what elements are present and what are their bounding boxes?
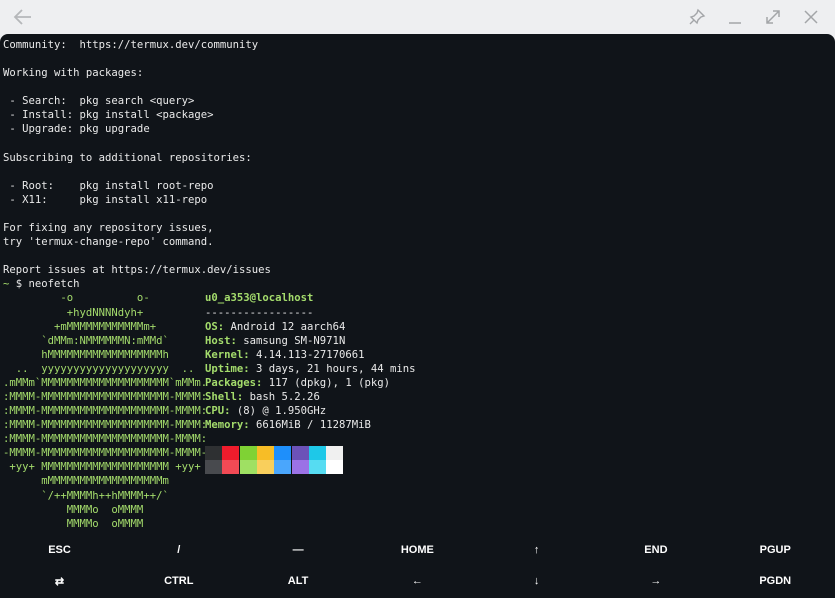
color-swatch: [291, 446, 309, 461]
neofetch-logo-line: MMMMo oMMMM: [3, 503, 144, 516]
minimize-icon: [729, 22, 741, 24]
neofetch-info-line: Kernel: 4.14.113-27170661: [205, 348, 364, 362]
color-swatch: [239, 460, 257, 475]
motd-line: - X11: pkg install x11-repo: [3, 193, 208, 206]
arrow-right-key[interactable]: →: [596, 566, 715, 596]
motd-line: - Upgrade: pkg upgrade: [3, 123, 150, 136]
neofetch-logo-line: MMMMo oMMMM: [3, 517, 144, 530]
info-key: OS:: [205, 320, 225, 333]
neofetch-separator: -----------------: [205, 306, 314, 319]
color-swatch: [256, 446, 274, 461]
color-swatch: [205, 460, 222, 475]
window-title-bar: [0, 0, 835, 34]
color-swatch: [222, 446, 240, 461]
arrow-left-key[interactable]: ←: [358, 566, 477, 596]
esc-key[interactable]: ESC: [0, 535, 119, 565]
back-button[interactable]: [10, 4, 36, 30]
color-swatch: [222, 460, 240, 475]
motd-line: Subscribing to additional repositories:: [3, 151, 252, 164]
neofetch-logo-line: :MMMM-MMMMMMMMMMMMMMMMMMMM-MMMM:: [3, 419, 208, 432]
alt-key[interactable]: ALT: [239, 566, 358, 596]
motd-line: try 'termux-change-repo' command.: [3, 236, 214, 249]
info-key: CPU:: [205, 405, 231, 418]
neofetch-info-line: Host: samsung SM-N971N: [205, 334, 345, 348]
color-swatch: [308, 446, 326, 461]
close-icon: [804, 10, 818, 24]
info-key: Memory:: [205, 419, 250, 432]
neofetch-logo-line: `dMMm:NMMMMMMN:mMMd`: [3, 334, 169, 347]
motd-line: - Search: pkg search <query>: [3, 95, 195, 108]
info-value: 4.14.113-27170661: [249, 348, 365, 361]
color-swatch: [291, 460, 309, 475]
info-value: samsung SM-N971N: [236, 334, 346, 347]
neofetch-logo-line: +mMMMMMMMMMMMMm+: [3, 320, 157, 333]
info-key: Shell:: [205, 391, 244, 403]
maximize-icon: [766, 10, 780, 24]
neofetch-user-host: u0_a353@localhost: [205, 292, 314, 305]
info-key: Uptime:: [205, 362, 250, 375]
ctrl-key[interactable]: CTRL: [119, 566, 238, 596]
color-swatch: [239, 446, 257, 461]
maximize-button[interactable]: [760, 4, 786, 30]
neofetch-logo-line: hMMMMMMMMMMMMMMMMMMh: [3, 348, 169, 361]
color-swatch: [274, 446, 292, 461]
color-swatch: [274, 460, 292, 475]
dash-key[interactable]: ―: [239, 535, 358, 565]
slash-key[interactable]: /: [119, 535, 238, 565]
pin-icon: [689, 8, 706, 25]
motd-line: - Root: pkg install root-repo: [3, 179, 214, 192]
neofetch-info-line: OS: Android 12 aarch64: [205, 320, 345, 334]
neofetch-logo-line: -o o-: [3, 292, 150, 305]
minimize-button[interactable]: [722, 4, 748, 30]
info-value: bash 5.2.26: [243, 391, 320, 403]
motd-line: - Install: pkg install <package>: [3, 109, 214, 122]
home-key[interactable]: HOME: [358, 535, 477, 565]
neofetch-info-line: Packages: 117 (dpkg), 1 (pkg): [205, 376, 390, 390]
terminal-view[interactable]: Community: https://termux.dev/community W…: [0, 34, 835, 533]
neofetch-info-line: Shell: bash 5.2.26: [205, 390, 320, 404]
neofetch-logo-line: mMMMMMMMMMMMMMMMMMMm: [3, 475, 169, 488]
info-value: Android 12 aarch64: [224, 320, 346, 333]
motd-line: Community: https://termux.dev/community: [3, 39, 259, 51]
close-button[interactable]: [798, 4, 824, 30]
info-value: 6616MiB / 11287MiB: [249, 419, 371, 432]
color-swatch: [326, 446, 344, 461]
pin-button[interactable]: [684, 4, 710, 30]
motd-line: For fixing any repository issues,: [3, 222, 214, 235]
arrow-left-icon: [13, 9, 31, 25]
arrow-up-key[interactable]: ↑: [477, 535, 596, 565]
info-key: Host:: [205, 334, 237, 347]
neofetch-logo-line: -MMMM-MMMMMMMMMMMMMMMMMMMM-MMMM-: [3, 447, 208, 460]
info-key: Packages:: [205, 376, 263, 389]
color-swatch: [205, 446, 222, 461]
info-value: (8) @ 1.950GHz: [230, 405, 327, 418]
neofetch-logo-line: :MMMM-MMMMMMMMMMMMMMMMMMMM-MMMM:: [3, 405, 208, 418]
neofetch-logo-line: `/++MMMMh++hMMMM++/`: [3, 489, 169, 502]
color-swatch: [326, 460, 344, 475]
neofetch-logo-line: +yy+ MMMMMMMMMMMMMMMMMMMM +yy+: [3, 461, 201, 474]
command-prompt-line: ~ $ neofetch: [3, 277, 80, 291]
color-swatch: [256, 460, 274, 475]
info-key: Kernel:: [205, 348, 250, 361]
neofetch-logo-line: +hydNNNNdyh+: [3, 306, 144, 319]
motd-line: Report issues at https://termux.dev/issu…: [3, 264, 271, 277]
info-value: 3 days, 21 hours, 44 mins: [249, 362, 416, 375]
neofetch-logo-line: .mMMm`MMMMMMMMMMMMMMMMMMMM`mMMm.: [3, 376, 208, 389]
neofetch-info-line: Memory: 6616MiB / 11287MiB: [205, 418, 371, 432]
end-key[interactable]: END: [596, 535, 715, 565]
tab-key[interactable]: ⇄: [0, 566, 119, 596]
motd-line: Working with packages:: [3, 67, 144, 80]
info-value: 117 (dpkg), 1 (pkg): [262, 376, 390, 389]
neofetch-info-line: Uptime: 3 days, 21 hours, 44 mins: [205, 362, 415, 376]
neofetch-logo-line: .. yyyyyyyyyyyyyyyyyyyy ..: [3, 362, 195, 375]
arrow-down-key[interactable]: ↓: [477, 566, 596, 596]
pgdn-key[interactable]: PGDN: [716, 566, 835, 596]
neofetch-info-line: CPU: (8) @ 1.950GHz: [205, 404, 326, 418]
extra-keys-bar: ESC / ― HOME ↑ END PGUP ⇄ CTRL ALT ← ↓ → PGDN: [0, 533, 835, 598]
pgup-key[interactable]: PGUP: [716, 535, 835, 565]
color-swatch: [308, 460, 326, 475]
neofetch-logo-line: :MMMM-MMMMMMMMMMMMMMMMMMMM-MMMM:: [3, 433, 208, 446]
prompt-command: $ neofetch: [9, 278, 80, 291]
neofetch-logo-line: :MMMM-MMMMMMMMMMMMMMMMMMMM-MMMM:: [3, 391, 208, 403]
